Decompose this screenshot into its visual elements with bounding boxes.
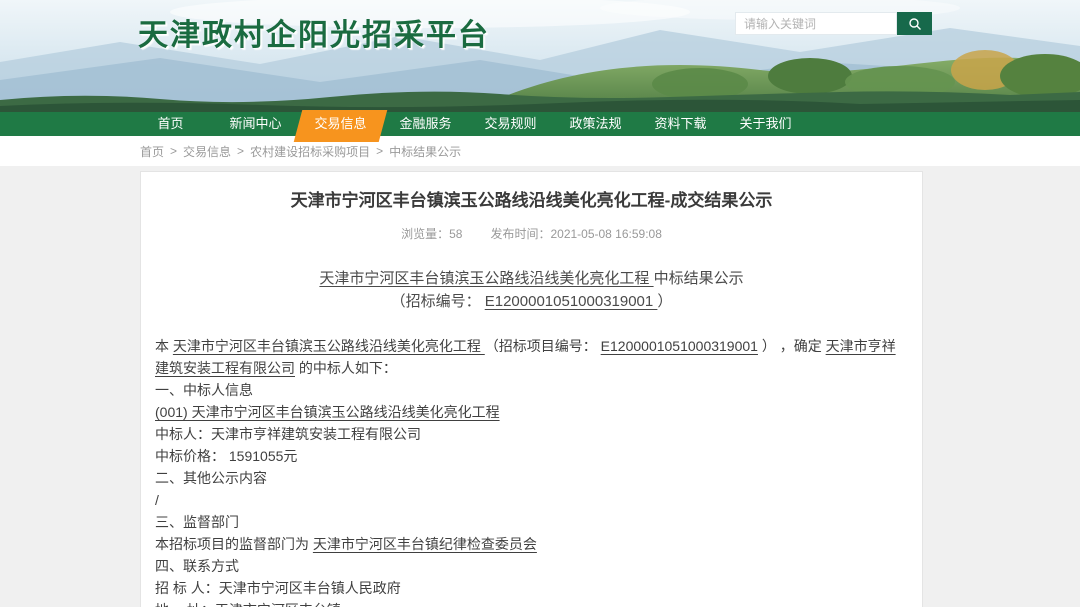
subtitle-line: （招标编号： E1200001051000319001 ） xyxy=(155,290,908,313)
article-line: 三、监督部门 xyxy=(155,511,908,533)
publish-time-label: 发布时间： xyxy=(490,227,550,241)
views-value: 58 xyxy=(449,227,462,241)
article-meta: 浏览量：58 发布时间：2021-05-08 16:59:08 xyxy=(155,225,908,242)
publish-time: 发布时间：2021-05-08 16:59:08 xyxy=(490,227,661,241)
article-line: 一、中标人信息 xyxy=(155,379,908,401)
nav-item-label: 交易信息 xyxy=(314,116,366,131)
nav-item-label: 金融服务 xyxy=(399,116,451,131)
page-title: 天津市宁河区丰台镇滨玉公路线沿线美化亮化工程-成交结果公示 xyxy=(155,190,908,212)
nav-item-label: 新闻中心 xyxy=(229,116,281,131)
article-body: 本 天津市宁河区丰台镇滨玉公路线沿线美化亮化工程 （招标项目编号： E12000… xyxy=(155,335,908,607)
nav-item-home[interactable]: 首页 xyxy=(128,112,213,136)
breadcrumb-separator: > xyxy=(237,144,244,158)
article-line: 本招标项目的监督部门为 天津市宁河区丰台镇纪律检查委员会 xyxy=(155,533,908,555)
nav-item-about[interactable]: 关于我们 xyxy=(723,112,808,136)
breadcrumb: 首页 > 交易信息 > 农村建设招标采购项目 > 中标结果公示 xyxy=(0,136,1080,166)
article-line: 招 标 人：天津市宁河区丰台镇人民政府 xyxy=(155,577,908,599)
search-input[interactable] xyxy=(735,12,897,35)
publish-time-value: 2021-05-08 16:59:08 xyxy=(550,227,661,241)
article-line: (001) 天津市宁河区丰台镇滨玉公路线沿线美化亮化工程 xyxy=(155,401,908,423)
article-line: 中标人：天津市亨祥建筑安装工程有限公司 xyxy=(155,423,908,445)
article-line: 本 天津市宁河区丰台镇滨玉公路线沿线美化亮化工程 （招标项目编号： E12000… xyxy=(155,335,908,379)
article-line: 地 址：天津市宁河区丰台镇 xyxy=(155,599,908,607)
nav-item-downloads[interactable]: 资料下载 xyxy=(638,112,723,136)
search-icon xyxy=(908,17,922,31)
article-line: 中标价格： 1591055元 xyxy=(155,445,908,467)
main-nav: 首页 新闻中心 交易信息 金融服务 交易规则 政策法规 资料下载 关于我们 xyxy=(0,112,1080,136)
nav-item-label: 交易规则 xyxy=(484,116,536,131)
nav-item-policy[interactable]: 政策法规 xyxy=(553,112,638,136)
nav-item-news[interactable]: 新闻中心 xyxy=(213,112,298,136)
breadcrumb-link-home[interactable]: 首页 xyxy=(140,143,164,160)
announcement-card: 天津市宁河区丰台镇滨玉公路线沿线美化亮化工程-成交结果公示 浏览量：58 发布时间… xyxy=(140,171,923,607)
breadcrumb-link-trade-info[interactable]: 交易信息 xyxy=(183,143,231,160)
article-line: 四、联系方式 xyxy=(155,555,908,577)
banner: 天津政村企阳光招采平台 xyxy=(0,0,1080,112)
article-line: 二、其他公示内容 xyxy=(155,467,908,489)
breadcrumb-link-rural-projects[interactable]: 农村建设招标采购项目 xyxy=(250,143,370,160)
nav-item-label: 资料下载 xyxy=(654,116,706,131)
search-box xyxy=(735,12,932,35)
nav-item-trade-rules[interactable]: 交易规则 xyxy=(468,112,553,136)
breadcrumb-separator: > xyxy=(170,144,177,158)
site-title: 天津政村企阳光招采平台 xyxy=(138,10,490,54)
page-body: 天津市宁河区丰台镇滨玉公路线沿线美化亮化工程-成交结果公示 浏览量：58 发布时间… xyxy=(0,166,1080,607)
nav-item-label: 政策法规 xyxy=(569,116,621,131)
subtitle-line: 天津市宁河区丰台镇滨玉公路线沿线美化亮化工程 中标结果公示 xyxy=(155,267,908,290)
nav-item-trade-info[interactable]: 交易信息 xyxy=(298,112,383,136)
views-count: 浏览量：58 xyxy=(401,227,462,241)
article-line: / xyxy=(155,489,908,511)
views-label: 浏览量： xyxy=(401,227,449,241)
article-subtitle: 天津市宁河区丰台镇滨玉公路线沿线美化亮化工程 中标结果公示 （招标编号： E12… xyxy=(155,267,908,313)
nav-item-label: 关于我们 xyxy=(739,116,791,131)
nav-item-label: 首页 xyxy=(157,116,183,131)
breadcrumb-current: 中标结果公示 xyxy=(389,143,461,160)
search-button[interactable] xyxy=(897,12,932,35)
breadcrumb-separator: > xyxy=(376,144,383,158)
nav-item-finance[interactable]: 金融服务 xyxy=(383,112,468,136)
